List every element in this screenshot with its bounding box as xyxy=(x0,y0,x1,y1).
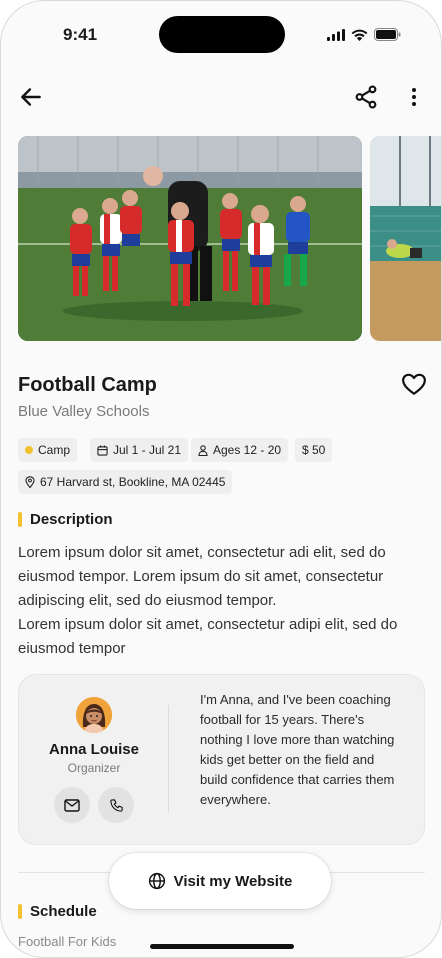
tag-ages: Ages 12 - 20 xyxy=(191,438,289,462)
description-paragraph: Lorem ipsum dolor sit amet, consectetur … xyxy=(18,616,398,657)
organizer-role: Organizer xyxy=(67,761,121,775)
location-pin-icon xyxy=(25,476,35,488)
description-body: Lorem ipsum dolor sit amet, consectetur … xyxy=(18,541,423,661)
back-arrow-icon[interactable] xyxy=(18,84,44,110)
schedule-item[interactable]: Football For Kids xyxy=(18,934,116,949)
system-icons xyxy=(327,28,401,41)
photo-gallery[interactable] xyxy=(18,136,441,341)
globe-icon xyxy=(148,872,165,890)
tag-dates-label: Jul 1 - Jul 21 xyxy=(113,443,182,457)
organizer-bio: I'm Anna, and I've been coaching footbal… xyxy=(200,692,395,807)
mail-icon xyxy=(64,798,80,812)
goalkeeper-photo xyxy=(370,136,441,341)
organizer-name: Anna Louise xyxy=(48,741,139,758)
tag-price: $ 50 xyxy=(295,438,333,462)
tag-dates: Jul 1 - Jul 21 xyxy=(90,438,189,462)
battery-icon xyxy=(374,28,401,41)
person-icon xyxy=(198,444,208,456)
organizer-avatar-illustration xyxy=(76,697,112,733)
phone-button[interactable] xyxy=(98,787,134,823)
avatar[interactable] xyxy=(76,697,112,733)
heart-icon[interactable] xyxy=(401,372,427,396)
phone-icon xyxy=(109,798,123,812)
share-icon[interactable] xyxy=(353,84,379,110)
more-options-icon[interactable] xyxy=(403,84,425,110)
description-heading: Description xyxy=(18,511,113,528)
description-heading-label: Description xyxy=(30,511,113,528)
soccer-kids-photo xyxy=(18,136,362,341)
address-label: 67 Harvard st, Bookline, MA 02445 xyxy=(40,475,226,489)
description-paragraph: Lorem ipsum dolor sit amet, consectetur … xyxy=(18,544,386,609)
tag-price-label: $ 50 xyxy=(302,443,326,457)
visit-website-label: Visit my Website xyxy=(173,872,293,890)
phone-frame: 9:41 Football Camp Blue Valley Schools C… xyxy=(0,0,442,958)
status-time: 9:41 xyxy=(63,25,98,44)
address-chip[interactable]: 67 Harvard st, Bookline, MA 02445 xyxy=(18,470,233,494)
calendar-icon xyxy=(97,444,108,456)
email-button[interactable] xyxy=(54,787,90,823)
cellular-signal-icon xyxy=(327,28,345,41)
status-bar: 9:41 xyxy=(1,1,441,71)
event-photo-next[interactable] xyxy=(370,136,441,341)
schedule-heading: Schedule xyxy=(18,903,97,920)
event-title: Football Camp xyxy=(18,374,157,396)
tag-type-label: Camp xyxy=(38,443,71,457)
event-photo-main[interactable] xyxy=(18,136,362,341)
home-indicator[interactable] xyxy=(150,944,294,949)
section-accent-bar xyxy=(18,904,22,919)
tag-ages-label: Ages 12 - 20 xyxy=(213,443,282,457)
dynamic-island xyxy=(159,16,285,53)
event-host: Blue Valley Schools xyxy=(18,403,150,420)
visit-website-button[interactable]: Visit my Website xyxy=(109,853,331,909)
schedule-heading-label: Schedule xyxy=(30,903,97,920)
wifi-icon xyxy=(351,29,368,41)
section-accent-bar xyxy=(18,512,22,527)
category-dot-icon xyxy=(25,446,33,454)
card-divider xyxy=(168,705,169,813)
tag-type: Camp xyxy=(18,438,78,462)
top-nav xyxy=(1,81,441,113)
organizer-card: Anna Louise Organizer I'm Anna, and I've… xyxy=(18,674,425,845)
